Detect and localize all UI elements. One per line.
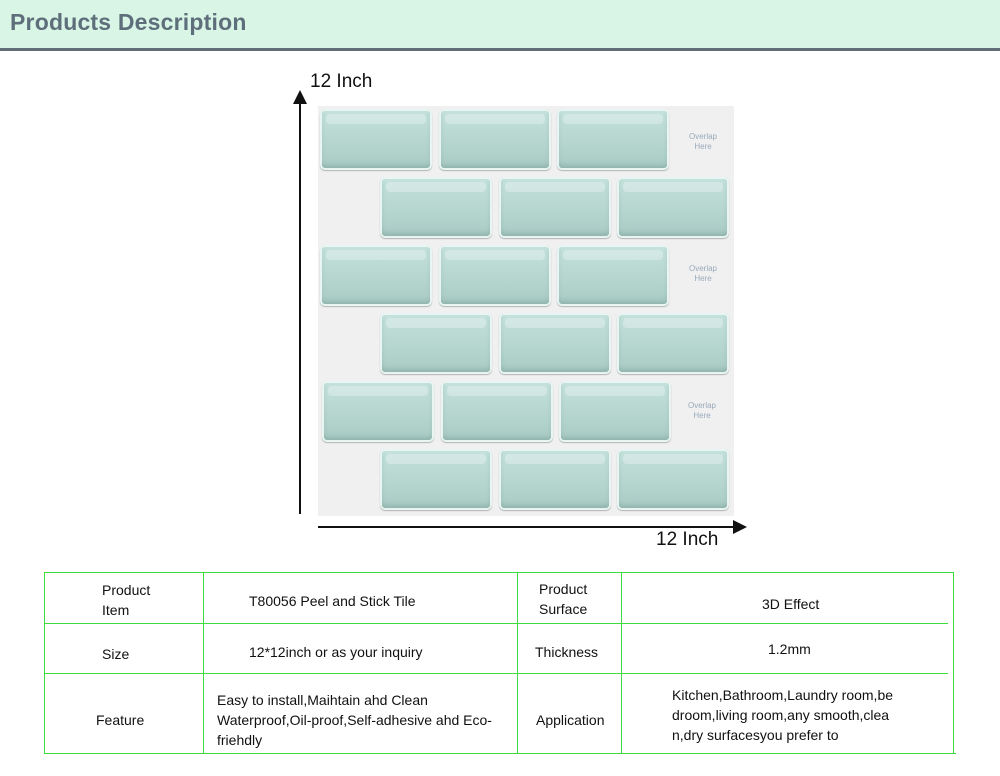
tile (499, 177, 611, 238)
label-size: Size (102, 646, 130, 662)
tile (617, 177, 729, 238)
spec-table: Product Item T80056 Peel and Stick Tile P… (44, 572, 956, 754)
label-product-surface: Product Surface (539, 581, 588, 617)
value-product-item: T80056 Peel and Stick Tile (249, 593, 416, 609)
table-col-divider (517, 572, 518, 754)
table-border-left (44, 572, 45, 754)
tile (617, 313, 729, 374)
height-label: 12 Inch (310, 71, 373, 92)
overlap-note: Overlap Here (688, 132, 717, 151)
tile (557, 245, 669, 306)
table-border-bottom (44, 753, 956, 754)
value-size: 12*12inch or as your inquiry (249, 644, 423, 660)
label-product-item: Product Item (102, 582, 151, 618)
tile (439, 245, 551, 306)
table-row-divider (44, 673, 948, 674)
tile (322, 381, 434, 442)
table-col-divider (203, 572, 204, 754)
tile (439, 109, 551, 170)
tile (559, 381, 671, 442)
value-thickness: 1.2mm (768, 641, 811, 657)
tile (499, 313, 611, 374)
tile (617, 449, 729, 510)
label-feature: Feature (96, 712, 145, 728)
tile (441, 381, 553, 442)
overlap-note: Overlap Here (687, 401, 716, 420)
table-border-right (953, 572, 954, 754)
table-border-top (44, 572, 954, 573)
label-application: Application (536, 712, 605, 728)
table-row-divider (44, 623, 948, 624)
tile (320, 109, 432, 170)
overlap-note: Overlap Here (688, 264, 717, 283)
tile (380, 449, 492, 510)
tile (380, 177, 492, 238)
tile (499, 449, 611, 510)
value-product-surface: 3D Effect (762, 596, 820, 612)
value-application: Kitchen,Bathroom,Laundry room,be droom,l… (672, 687, 894, 743)
value-feature: Easy to install,Maihtain ahd Clean Water… (217, 692, 492, 748)
tile (380, 313, 492, 374)
tile (320, 245, 432, 306)
tile (557, 109, 669, 170)
width-label: 12 Inch (656, 529, 719, 550)
right-arrow-icon (733, 520, 747, 534)
tile-sheet: Overlap Here Overlap Here Overlap Here (318, 106, 734, 516)
up-arrow-icon (293, 90, 307, 104)
table-col-divider (621, 572, 622, 754)
label-thickness: Thickness (535, 644, 599, 660)
